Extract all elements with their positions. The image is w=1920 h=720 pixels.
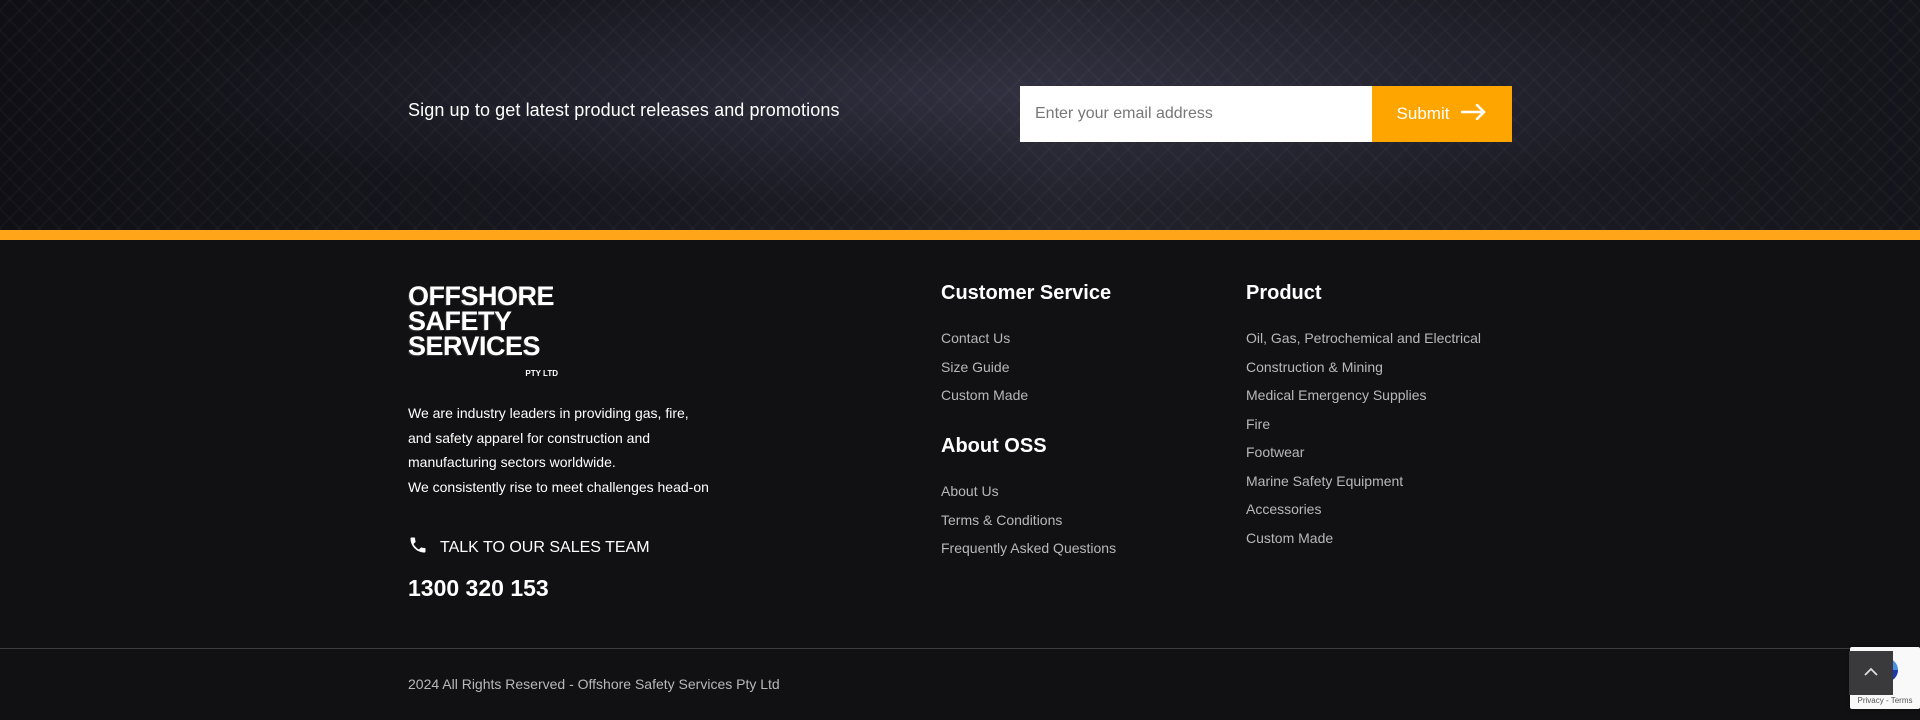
description-line: manufacturing sectors worldwide. xyxy=(408,454,616,470)
footer-link-footwear[interactable]: Footwear xyxy=(1246,438,1481,467)
footer: OFFSHORE SAFETY SERVICES PTY LTD We are … xyxy=(0,240,1920,648)
phone-icon xyxy=(408,535,428,560)
sales-label: TALK TO OUR SALES TEAM xyxy=(440,538,650,556)
accent-divider xyxy=(0,230,1920,240)
logo-line: SERVICES xyxy=(408,331,541,361)
company-description: We are industry leaders in providing gas… xyxy=(408,401,738,499)
footer-link-custom-made[interactable]: Custom Made xyxy=(941,381,1111,410)
copyright-text: 2024 All Rights Reserved - Offshore Safe… xyxy=(408,676,780,692)
footer-link-fire[interactable]: Fire xyxy=(1246,410,1481,439)
footer-link-medical[interactable]: Medical Emergency Supplies xyxy=(1246,381,1481,410)
newsletter-background xyxy=(0,0,1920,230)
submit-label: Submit xyxy=(1396,104,1450,123)
logo-suffix: PTY LTD xyxy=(525,369,558,378)
arrow-right-icon xyxy=(1461,103,1487,125)
footer-link-oil-gas[interactable]: Oil, Gas, Petrochemical and Electrical xyxy=(1246,324,1481,353)
description-line: and safety apparel for construction and xyxy=(408,429,651,446)
footer-link-product-custom-made[interactable]: Custom Made xyxy=(1246,524,1481,553)
product-heading: Product xyxy=(1246,282,1322,304)
footer-link-construction-mining[interactable]: Construction & Mining xyxy=(1246,353,1481,382)
company-logo[interactable]: OFFSHORE SAFETY SERVICES PTY LTD xyxy=(408,283,573,379)
footer-divider xyxy=(0,648,1920,649)
footer-link-terms[interactable]: Terms & Conditions xyxy=(941,506,1116,535)
product-column: Product Oil, Gas, Petrochemical and Elec… xyxy=(1246,282,1481,552)
about-oss-heading: About OSS xyxy=(941,435,1047,457)
newsletter-label: Sign up to get latest product releases a… xyxy=(408,100,840,120)
recaptcha-text[interactable]: Privacy - Terms xyxy=(1850,696,1920,705)
phone-number[interactable]: 1300 320 153 xyxy=(408,575,549,602)
about-oss-column: About OSS About Us Terms & Conditions Fr… xyxy=(941,435,1116,563)
customer-service-column: Customer Service Contact Us Size Guide C… xyxy=(941,282,1111,410)
chevron-up-icon xyxy=(1863,664,1879,682)
newsletter-section: Sign up to get latest product releases a… xyxy=(0,0,1920,230)
footer-link-size-guide[interactable]: Size Guide xyxy=(941,353,1111,382)
submit-button[interactable]: Submit xyxy=(1372,86,1512,142)
description-line: We consistently rise to meet challenges … xyxy=(408,478,709,495)
footer-link-contact-us[interactable]: Contact Us xyxy=(941,324,1111,353)
email-input[interactable] xyxy=(1020,86,1372,142)
footer-link-about-us[interactable]: About Us xyxy=(941,477,1116,506)
footer-link-faq[interactable]: Frequently Asked Questions xyxy=(941,534,1116,563)
scroll-to-top-button[interactable] xyxy=(1849,651,1893,695)
footer-link-accessories[interactable]: Accessories xyxy=(1246,495,1481,524)
customer-service-heading: Customer Service xyxy=(941,282,1112,304)
footer-link-marine[interactable]: Marine Safety Equipment xyxy=(1246,467,1481,496)
description-line: We are industry leaders in providing gas… xyxy=(408,405,689,421)
sales-contact: TALK TO OUR SALES TEAM xyxy=(408,535,650,560)
